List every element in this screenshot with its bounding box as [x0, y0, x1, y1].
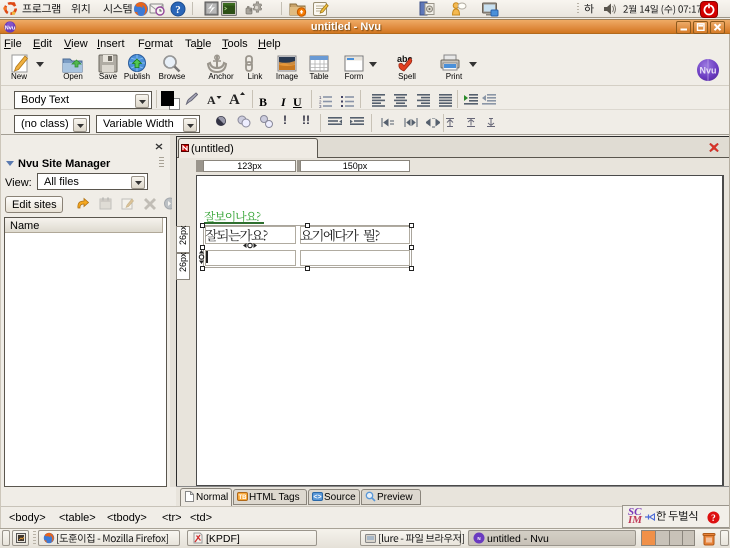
svg-text:TB: TB	[239, 495, 248, 501]
svg-text:A: A	[207, 93, 216, 106]
svg-text:3: 3	[319, 104, 322, 109]
svg-text:N: N	[477, 536, 480, 541]
svg-text:?: ?	[175, 4, 181, 16]
svg-text:A: A	[229, 92, 240, 106]
svg-text:?: ?	[711, 514, 716, 524]
svg-text:<>: <>	[313, 494, 321, 501]
svg-text:Nvu: Nvu	[699, 66, 716, 76]
